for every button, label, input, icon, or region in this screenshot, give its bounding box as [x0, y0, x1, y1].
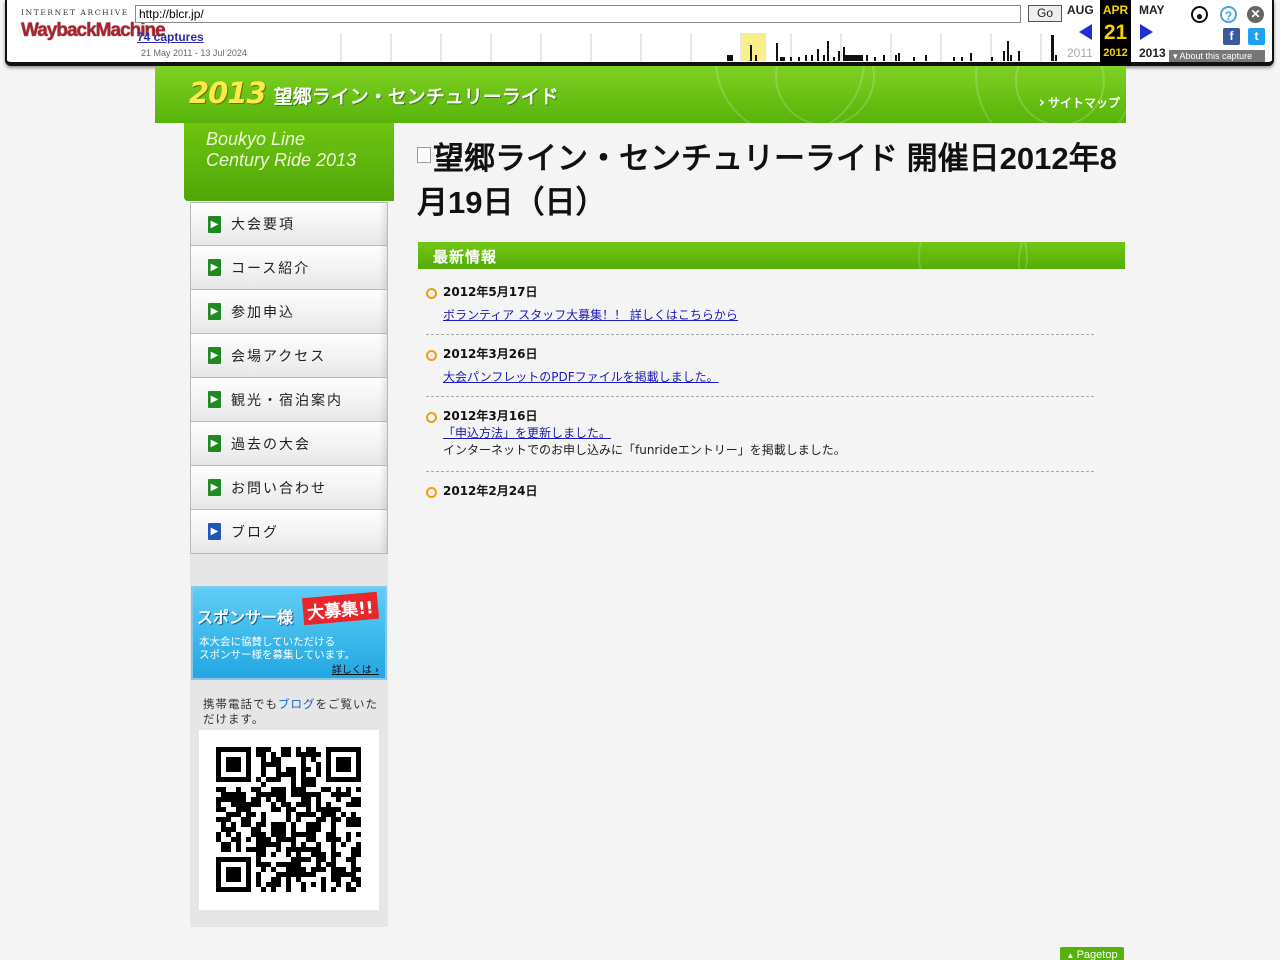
- nav-item-tourism[interactable]: ▶ 観光・宿泊案内: [190, 378, 388, 422]
- nav-item-outline[interactable]: ▶ 大会要項: [190, 202, 388, 246]
- month-current: APR: [1100, 0, 1131, 20]
- nav-item-label: コース紹介: [231, 260, 311, 277]
- bullet-circle-icon: [426, 487, 437, 498]
- url-input[interactable]: http://blcr.jp/: [135, 5, 1021, 23]
- news-item: 2012年3月26日 大会パンフレットのPDFファイルを掲載しました。: [426, 347, 1094, 397]
- nav-item-contact[interactable]: ▶ お問い合わせ: [190, 466, 388, 510]
- news-link[interactable]: 「申込方法」を更新しました。: [443, 426, 1094, 441]
- nav-item-course[interactable]: ▶ コース紹介: [190, 246, 388, 290]
- wayback-logo[interactable]: INTERNET ARCHIVE WaybackMachine: [21, 8, 166, 42]
- next-capture-arrow-icon[interactable]: [1140, 24, 1153, 40]
- news-list: 2012年5月17日 ボランティア スタッフ大募集！！ 詳しくはこちらから 20…: [426, 285, 1094, 522]
- brand-tab: Boukyo Line Century Ride 2013: [184, 123, 394, 201]
- twitter-icon[interactable]: t: [1248, 28, 1265, 45]
- news-header: 最新情報: [418, 242, 1125, 269]
- page-heading: 望郷ライン・センチュリーライド 開催日2012年8月19日（日）: [417, 141, 1117, 220]
- month-prev[interactable]: AUG: [1067, 3, 1094, 17]
- qr-code: [199, 730, 379, 910]
- bullet-circle-icon: [426, 288, 437, 299]
- nav-item-label: 大会要項: [231, 217, 295, 233]
- mobile-notice: 携帯電話でもブログをご覧いただけます。: [203, 697, 378, 726]
- chevron-right-icon: ▶: [208, 303, 221, 320]
- close-icon[interactable]: ✕: [1247, 6, 1264, 23]
- nav-item-past-events[interactable]: ▶ 過去の大会: [190, 422, 388, 466]
- go-button[interactable]: Go: [1028, 5, 1062, 22]
- nav-item-blog[interactable]: ▶ ブログ: [190, 510, 388, 554]
- sidebar-nav: ▶ 大会要項 ▶ コース紹介 ▶ 参加申込 ▶ 会場アクセス ▶ 観光・宿泊案内 ▶ 過去の…: [190, 202, 388, 554]
- nav-item-access[interactable]: ▶ 会場アクセス: [190, 334, 388, 378]
- sponsor-body: 本大会に協賛していただける スポンサー様を募集しています。: [199, 636, 356, 661]
- news-item: 2012年2月24日: [426, 484, 1094, 510]
- site-title-text: 望郷ライン・センチュリーライド: [273, 86, 559, 108]
- sidebar-lower: スポンサー様 大募集!! 本大会に協賛していただける スポンサー様を募集していま…: [190, 554, 388, 927]
- chevron-right-icon: ▶: [208, 523, 221, 540]
- prev-capture-arrow-icon[interactable]: [1079, 24, 1092, 40]
- chevron-right-icon: ▶: [208, 215, 221, 233]
- capture-range: 21 May 2011 - 13 Jul 2024: [141, 48, 247, 58]
- nav-item-label: 観光・宿泊案内: [231, 392, 343, 409]
- main-content: 望郷ライン・センチュリーライド 開催日2012年8月19日（日） 最新情報 20…: [417, 137, 1126, 498]
- sponsor-more-link[interactable]: 詳しくは ›: [332, 661, 379, 676]
- help-icon[interactable]: ?: [1220, 6, 1237, 23]
- news-title: 最新情報: [433, 248, 498, 266]
- nav-item-label: 参加申込: [231, 304, 295, 321]
- nav-item-label: ブログ: [231, 524, 279, 541]
- news-date: 2012年3月16日: [443, 409, 538, 423]
- broken-image-icon: [417, 147, 431, 163]
- chevron-right-icon: ▶: [208, 259, 221, 276]
- nav-item-entry[interactable]: ▶ 参加申込: [190, 290, 388, 334]
- news-item: 2012年5月17日 ボランティア スタッフ大募集！！ 詳しくはこちらから: [426, 285, 1094, 335]
- wayback-toolbar: INTERNET ARCHIVE WaybackMachine http://b…: [5, 0, 1274, 66]
- site-title-year: 2013: [189, 76, 267, 110]
- site-header: 2013 望郷ライン・センチュリーライド サイトマップ: [155, 66, 1126, 123]
- wayback-logo-main: WaybackMachine: [21, 20, 166, 41]
- year-current: 2012: [1100, 46, 1131, 66]
- brand-text: Boukyo Line Century Ride 2013: [206, 129, 357, 170]
- bullet-circle-icon: [426, 412, 437, 423]
- capture-day: 21: [1100, 20, 1131, 48]
- news-date: 2012年3月26日: [443, 347, 538, 361]
- nav-item-label: 過去の大会: [231, 436, 311, 453]
- nav-item-label: 会場アクセス: [231, 348, 327, 365]
- news-link[interactable]: 大会パンフレットのPDFファイルを掲載しました。: [443, 370, 1094, 385]
- qr-code-image: [216, 747, 361, 892]
- news-item: 2012年3月16日 「申込方法」を更新しました。 インターネットでのお申し込み…: [426, 409, 1094, 472]
- sitemap-link[interactable]: サイトマップ: [1039, 93, 1120, 111]
- pagetop-button[interactable]: Pagetop: [1060, 947, 1124, 960]
- news-date: 2012年2月24日: [443, 484, 538, 498]
- nav-item-label: お問い合わせ: [231, 480, 327, 497]
- year-next[interactable]: 2013: [1139, 46, 1166, 60]
- site: 2013 望郷ライン・センチュリーライド サイトマップ Boukyo Line C…: [155, 66, 1126, 960]
- bullet-circle-icon: [426, 350, 437, 361]
- sponsor-banner[interactable]: スポンサー様 大募集!! 本大会に協賛していただける スポンサー様を募集していま…: [191, 586, 387, 680]
- sponsor-title: スポンサー様: [197, 608, 294, 627]
- news-description: インターネットでのお申し込みに「funrideエントリー」を掲載しました。: [443, 443, 846, 457]
- chevron-right-icon: ▶: [208, 479, 221, 496]
- captures-link[interactable]: 74 captures: [137, 30, 204, 44]
- sponsor-badge: 大募集!!: [301, 591, 379, 626]
- facebook-icon[interactable]: f: [1223, 28, 1240, 45]
- capture-sparkline[interactable]: [335, 33, 1067, 61]
- news-date: 2012年5月17日: [443, 285, 538, 299]
- wayback-logo-top: INTERNET ARCHIVE: [21, 8, 129, 17]
- chevron-right-icon: ▶: [208, 391, 221, 408]
- chevron-right-icon: ▶: [208, 347, 221, 364]
- about-capture-button[interactable]: ▾ About this capture: [1169, 50, 1265, 62]
- user-icon[interactable]: ●: [1191, 6, 1208, 23]
- month-next[interactable]: MAY: [1139, 3, 1165, 17]
- site-title[interactable]: 2013 望郷ライン・センチュリーライド: [189, 76, 559, 110]
- year-prev[interactable]: 2011: [1067, 46, 1093, 60]
- mobile-blog-link[interactable]: ブログ: [278, 697, 316, 711]
- news-link[interactable]: ボランティア スタッフ大募集！！ 詳しくはこちらから: [443, 308, 1094, 323]
- chevron-right-icon: ▶: [208, 435, 221, 452]
